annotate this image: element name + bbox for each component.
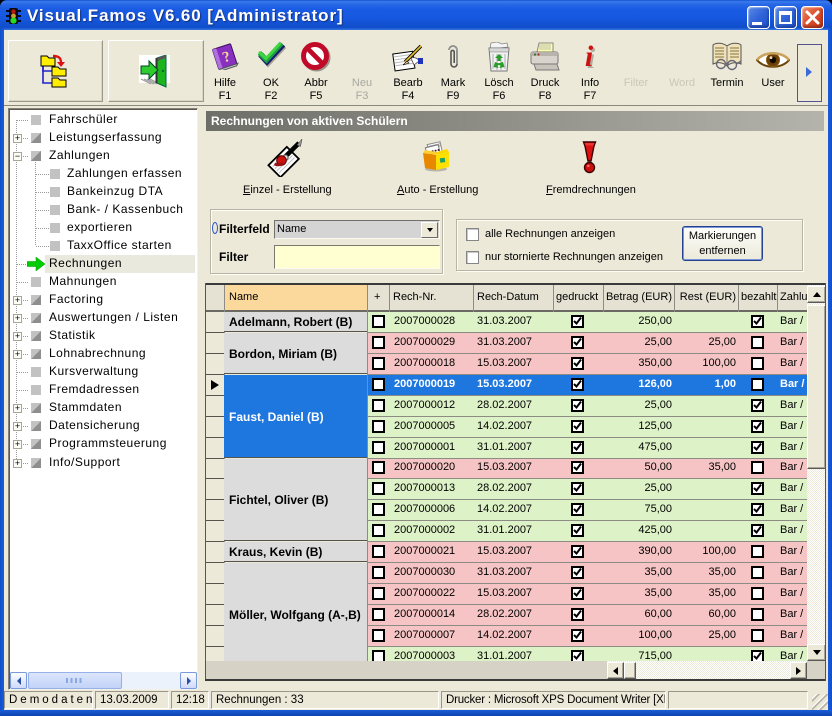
svg-text:i: i [585,42,594,72]
